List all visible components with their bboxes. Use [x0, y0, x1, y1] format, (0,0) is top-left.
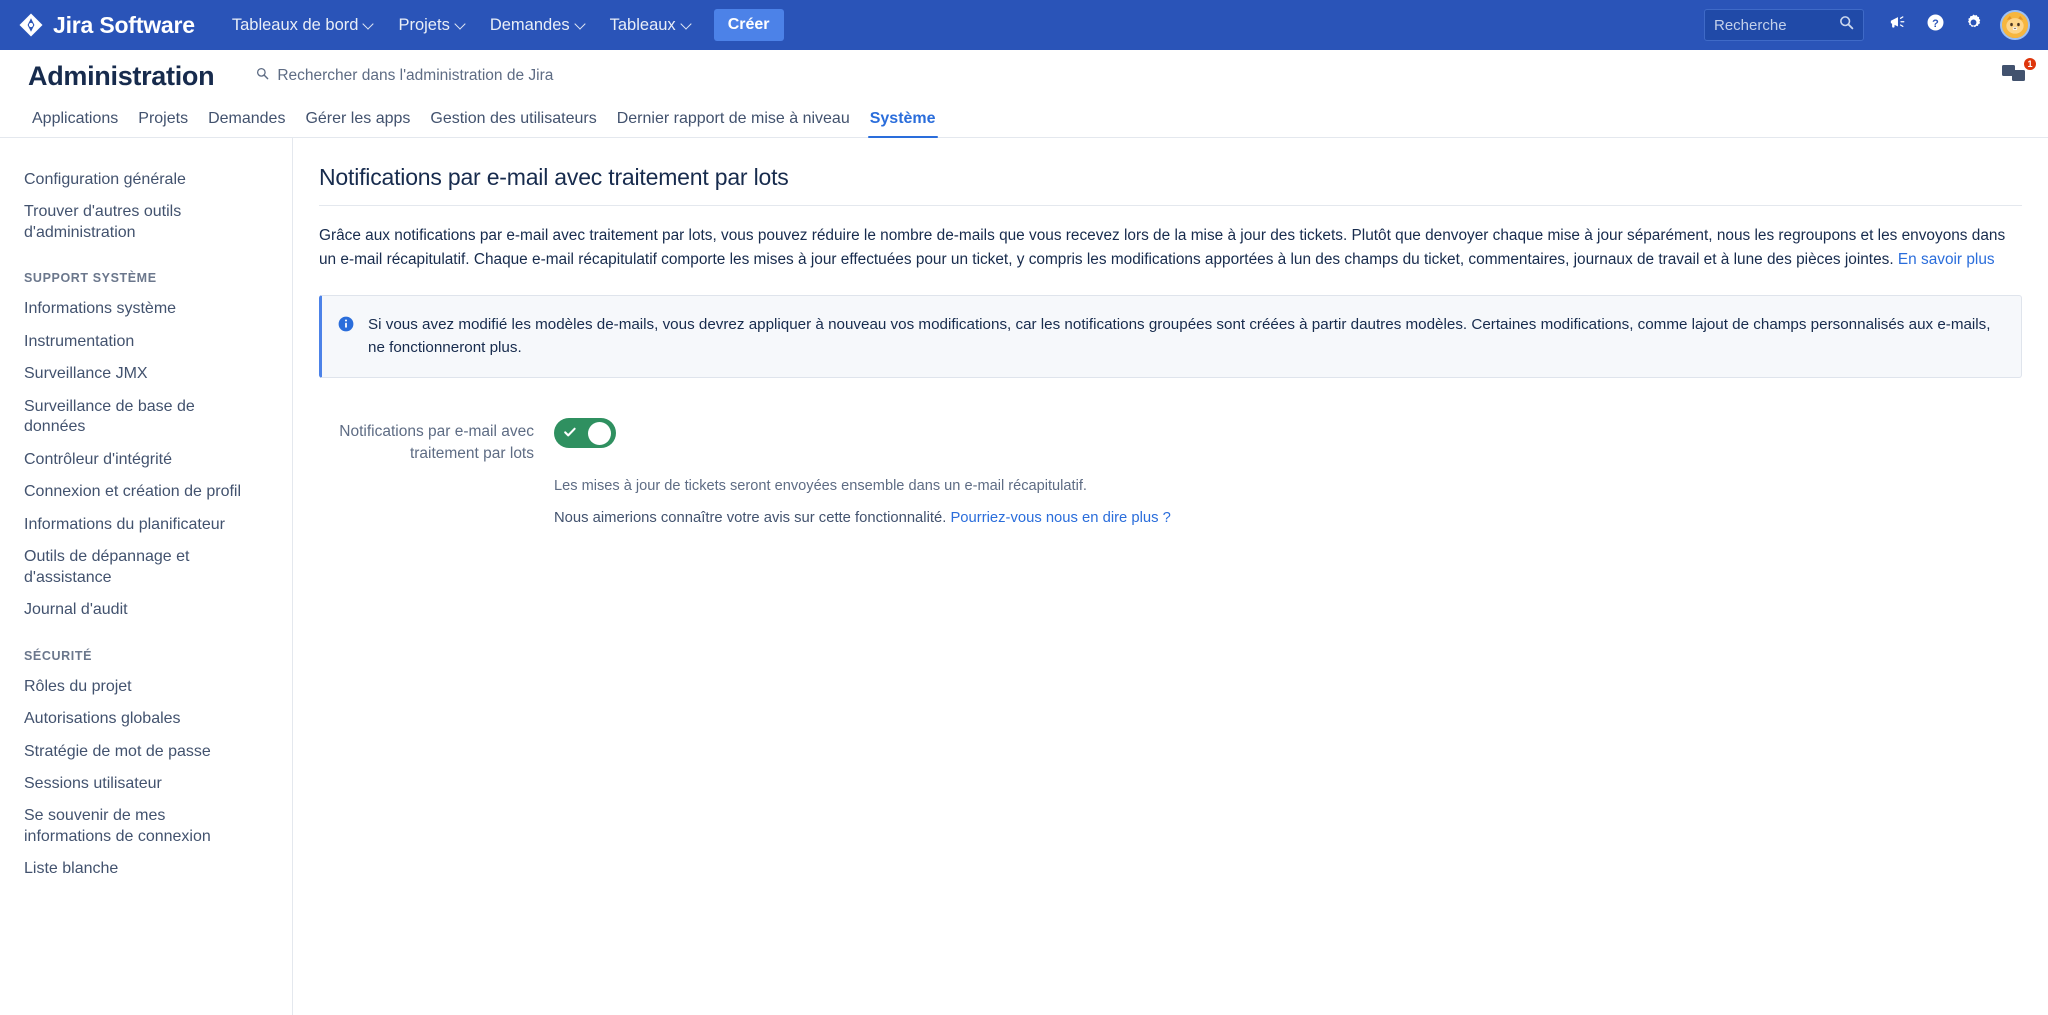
feedback-prompt: Nous aimerions connaître votre avis sur …: [554, 510, 2022, 526]
jira-brand[interactable]: Jira Software: [18, 12, 195, 39]
tab-demandes[interactable]: Demandes: [198, 110, 295, 137]
sidebar-item-controleur-integrite[interactable]: Contrôleur d'intégrité: [0, 444, 272, 476]
sidebar-item-connexion-creation-profil[interactable]: Connexion et création de profil: [0, 476, 272, 508]
nav-item-boards[interactable]: Tableaux: [599, 9, 702, 42]
chevron-down-icon: [682, 19, 691, 28]
megaphone-icon: [1888, 13, 1907, 37]
admin-sidebar: Configuration générale Trouver d'autres …: [0, 138, 293, 1015]
batching-toggle-row: Notifications par e-mail avec traitement…: [319, 418, 2022, 526]
admin-search-field[interactable]: Rechercher dans l'administration de Jira: [256, 67, 553, 85]
nav-item-label: Tableaux de bord: [231, 15, 359, 34]
page-title: Notifications par e-mail avec traitement…: [319, 164, 789, 190]
admin-search-placeholder: Rechercher dans l'administration de Jira: [277, 67, 554, 84]
nav-item-requests[interactable]: Demandes: [479, 9, 596, 42]
svg-text:?: ?: [1932, 18, 1939, 30]
tab-gestion-des-utilisateurs[interactable]: Gestion des utilisateurs: [420, 110, 606, 137]
nav-item-label: Demandes: [489, 15, 570, 34]
nav-item-label: Projets: [398, 15, 450, 34]
sidebar-item-strategie-mot-de-passe[interactable]: Stratégie de mot de passe: [0, 736, 272, 768]
intro-paragraph: Grâce aux notifications par e-mail avec …: [319, 224, 2022, 273]
sidebar-item-informations-systeme[interactable]: Informations système: [0, 293, 272, 325]
sidebar-item-roles-du-projet[interactable]: Rôles du projet: [0, 671, 272, 703]
sidebar-item-se-souvenir-connexion[interactable]: Se souvenir de mes informations de conne…: [0, 800, 272, 853]
sidebar-item-liste-blanche[interactable]: Liste blanche: [0, 853, 272, 885]
batched-email-notifications-toggle[interactable]: [554, 418, 616, 449]
top-navigation-bar: Jira Software Tableaux de bord Projets D…: [0, 0, 2048, 50]
gear-icon: [1964, 13, 1983, 37]
global-search-input[interactable]: [1714, 16, 1854, 34]
sidebar-item-sessions-utilisateur[interactable]: Sessions utilisateur: [0, 768, 272, 800]
sidebar-item-surveillance-jmx[interactable]: Surveillance JMX: [0, 358, 272, 390]
info-banner: Si vous avez modifié les modèles de-mail…: [319, 294, 2022, 379]
feedback-link[interactable]: Pourriez-vous nous en dire plus ?: [950, 510, 1170, 526]
announcements-button[interactable]: [1880, 8, 1914, 42]
chevron-down-icon: [576, 19, 585, 28]
feedback-badge-count: 1: [2024, 58, 2036, 70]
sidebar-item-autorisations-globales[interactable]: Autorisations globales: [0, 703, 272, 735]
batching-toggle-body: Les mises à jour de tickets seront envoy…: [554, 418, 2022, 526]
sidebar-heading-securite: SÉCURITÉ: [24, 648, 93, 663]
chevron-down-icon: [364, 19, 373, 28]
page-body: Configuration générale Trouver d'autres …: [0, 138, 2048, 1015]
nav-item-label: Tableaux: [609, 15, 676, 34]
jira-logo-icon: [18, 12, 44, 38]
sidebar-item-journal-audit[interactable]: Journal d'audit: [0, 594, 272, 626]
feedback-button[interactable]: 1: [2000, 58, 2036, 91]
info-circle-icon: [338, 316, 354, 360]
page-heading-administration: Administration: [28, 60, 215, 91]
tab-gerer-les-apps[interactable]: Gérer les apps: [295, 110, 420, 137]
administration-header: Administration Rechercher dans l'adminis…: [0, 50, 2048, 102]
global-search-box[interactable]: [1704, 9, 1864, 41]
sidebar-item-trouver-outils[interactable]: Trouver d'autres outils d'administration: [0, 196, 272, 249]
main-content: Notifications par e-mail avec traitement…: [293, 138, 2048, 1015]
feedback-prompt-text: Nous aimerions connaître votre avis sur …: [554, 510, 951, 527]
user-avatar[interactable]: [2000, 10, 2030, 40]
nav-item-dashboards[interactable]: Tableaux de bord: [221, 9, 385, 42]
sidebar-item-configuration-generale[interactable]: Configuration générale: [0, 164, 272, 196]
admin-tab-bar: Applications Projets Demandes Gérer les …: [0, 102, 2048, 138]
help-button[interactable]: ?: [1918, 8, 1952, 42]
primary-nav-items: Tableaux de bord Projets Demandes Tablea…: [221, 9, 702, 42]
search-icon: [256, 67, 269, 85]
toggle-knob: [588, 421, 611, 445]
search-icon: [1839, 15, 1854, 35]
batching-toggle-label: Notifications par e-mail avec traitement…: [339, 423, 534, 463]
en-savoir-plus-link[interactable]: En savoir plus: [1898, 251, 1995, 268]
chevron-down-icon: [456, 19, 465, 28]
settings-button[interactable]: [1956, 8, 1990, 42]
sidebar-item-instrumentation[interactable]: Instrumentation: [0, 326, 272, 358]
sidebar-item-outils-depannage[interactable]: Outils de dépannage et d'assistance: [0, 541, 272, 594]
brand-title: Jira Software: [53, 11, 195, 38]
intro-text: Grâce aux notifications par e-mail avec …: [319, 227, 2006, 269]
check-icon: [562, 424, 578, 443]
tab-projets[interactable]: Projets: [128, 110, 198, 137]
create-button[interactable]: Créer: [713, 9, 784, 41]
toggle-help-text: Les mises à jour de tickets seront envoy…: [554, 478, 1087, 495]
title-divider: [319, 205, 2022, 206]
tab-systeme[interactable]: Système: [860, 110, 946, 138]
top-nav-right-actions: ?: [1704, 8, 2030, 42]
sidebar-item-surveillance-base-de-donnees[interactable]: Surveillance de base de données: [0, 391, 272, 444]
sidebar-item-informations-planificateur[interactable]: Informations du planificateur: [0, 509, 272, 541]
tab-applications[interactable]: Applications: [22, 110, 128, 137]
tab-dernier-rapport[interactable]: Dernier rapport de mise à niveau: [607, 110, 860, 137]
info-banner-text: Si vous avez modifié les modèles de-mail…: [368, 315, 1991, 357]
help-circle-icon: ?: [1926, 13, 1945, 37]
sidebar-heading-support-systeme: SUPPORT SYSTÈME: [24, 271, 157, 286]
nav-item-projects[interactable]: Projets: [387, 9, 475, 42]
